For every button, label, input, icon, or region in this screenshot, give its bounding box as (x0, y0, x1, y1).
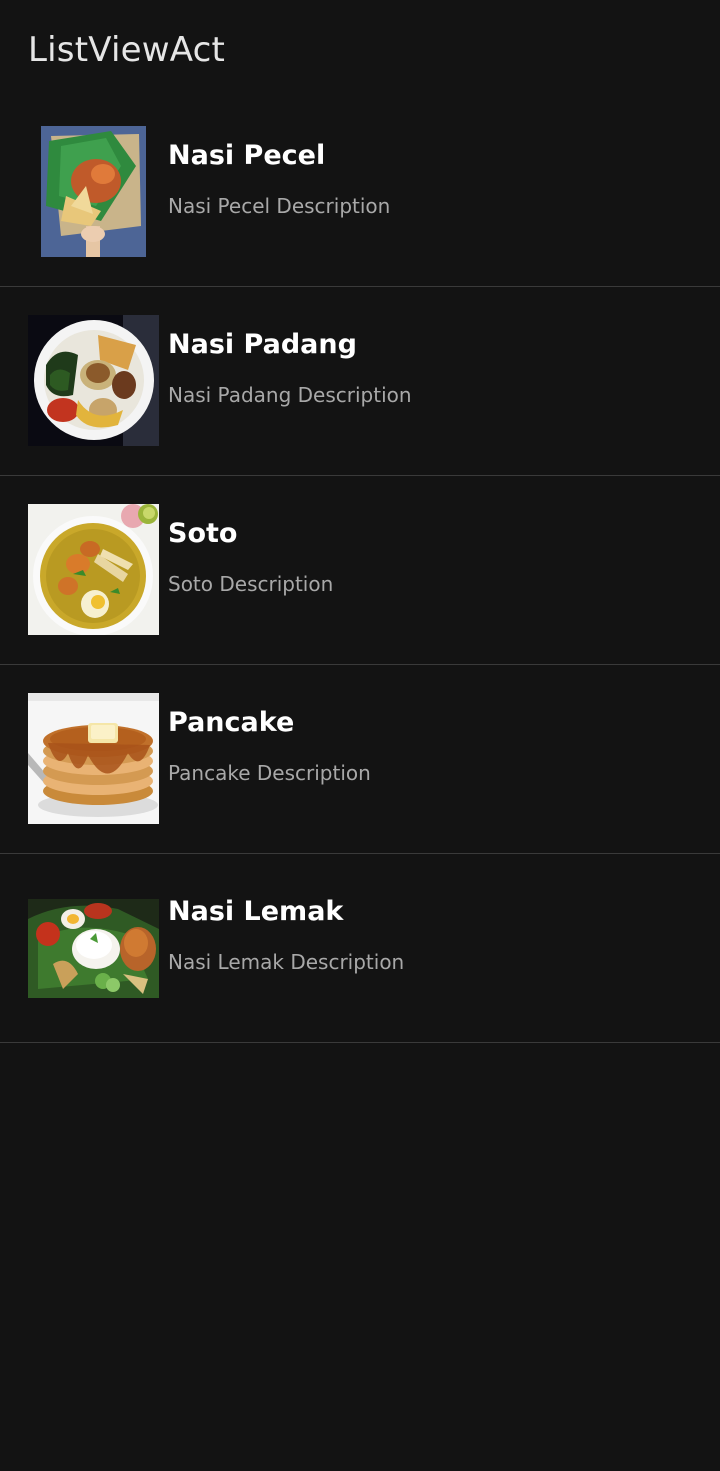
list-item-nasi-padang[interactable]: Nasi Padang Nasi Padang Description (0, 287, 720, 476)
item-title: Soto (168, 518, 238, 549)
nasi-padang-image (28, 315, 159, 446)
app-title: ListViewAct (28, 30, 226, 70)
app-bar: ListViewAct (0, 0, 720, 100)
nasi-pecel-image (41, 126, 146, 257)
list-item-nasi-lemak[interactable]: Nasi Lemak Nasi Lemak Description (0, 854, 720, 1043)
item-description: Pancake Description (168, 761, 371, 785)
pancake-image (28, 693, 159, 824)
nasi-lemak-image (28, 899, 159, 998)
list-item-pancake[interactable]: Pancake Pancake Description (0, 665, 720, 854)
item-description: Nasi Lemak Description (168, 950, 405, 974)
item-description: Nasi Pecel Description (168, 194, 391, 218)
list-item-nasi-pecel[interactable]: Nasi Pecel Nasi Pecel Description (0, 98, 720, 287)
item-description: Soto Description (168, 572, 334, 596)
item-title: Nasi Pecel (168, 140, 326, 171)
food-list[interactable]: Nasi Pecel Nasi Pecel Description Nasi P… (0, 98, 720, 1043)
item-title: Pancake (168, 707, 295, 738)
item-description: Nasi Padang Description (168, 383, 412, 407)
soto-image (28, 504, 159, 635)
item-title: Nasi Lemak (168, 896, 344, 927)
list-item-soto[interactable]: Soto Soto Description (0, 476, 720, 665)
item-title: Nasi Padang (168, 329, 357, 360)
